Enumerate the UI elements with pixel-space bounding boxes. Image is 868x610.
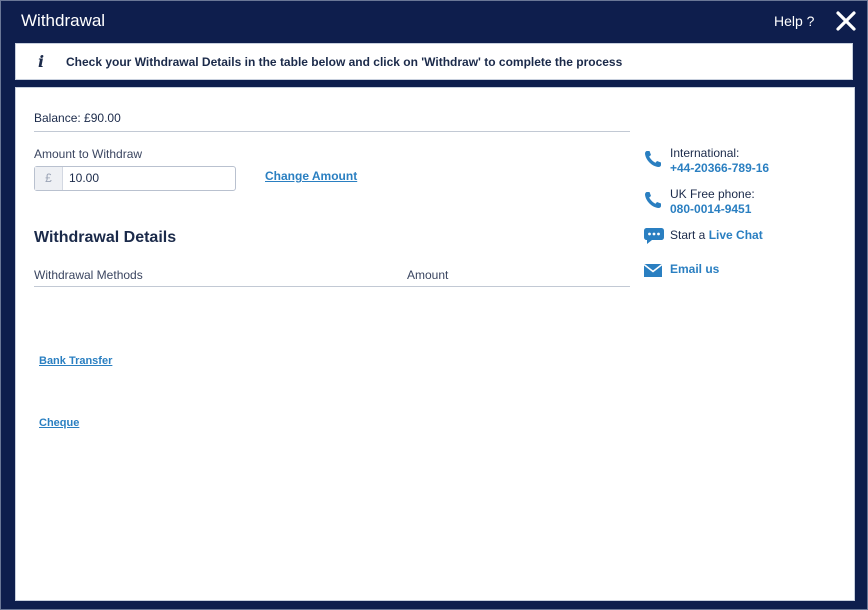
withdrawal-modal: Withdrawal Help ? i Check your Withdrawa… — [0, 0, 868, 610]
international-label: International: — [670, 146, 740, 160]
close-button[interactable] — [835, 10, 857, 32]
info-banner: i Check your Withdrawal Details in the t… — [15, 43, 853, 80]
uk-phone-label: UK Free phone: — [670, 187, 755, 201]
modal-header: Withdrawal Help ? — [1, 1, 867, 41]
table-header-divider — [34, 286, 630, 287]
divider — [34, 131, 630, 132]
phone-icon — [645, 151, 661, 167]
live-chat-prompt: Start a Live Chat — [670, 228, 763, 242]
balance-label: Balance: — [34, 111, 81, 125]
method-cheque-link[interactable]: Cheque — [39, 417, 79, 429]
column-header-amount: Amount — [407, 268, 449, 282]
currency-symbol: £ — [35, 167, 63, 190]
withdrawal-panel: Balance: £90.00 Amount to Withdraw £ 10.… — [15, 87, 855, 601]
live-chat-prefix: Start a — [670, 228, 706, 242]
amount-field[interactable]: £ 10.00 — [34, 166, 236, 191]
column-header-methods: Withdrawal Methods — [34, 268, 143, 282]
withdrawal-details-heading: Withdrawal Details — [34, 229, 177, 246]
amount-input[interactable]: 10.00 — [69, 167, 99, 190]
balance-value: £90.00 — [84, 111, 121, 125]
international-phone-link[interactable]: +44-20366-789-16 — [670, 161, 769, 175]
method-bank-transfer-link[interactable]: Bank Transfer — [39, 355, 112, 367]
amount-label: Amount to Withdraw — [34, 147, 143, 161]
info-message: Check your Withdrawal Details in the tab… — [66, 55, 623, 69]
envelope-icon — [643, 263, 663, 277]
info-icon: i — [38, 52, 45, 71]
live-chat-link[interactable]: Live Chat — [709, 228, 763, 242]
close-icon — [836, 11, 856, 31]
uk-phone-link[interactable]: 080-0014-9451 — [670, 202, 751, 216]
change-amount-link[interactable]: Change Amount — [265, 169, 357, 183]
help-link[interactable]: Help ? — [774, 13, 814, 29]
chat-bubble-icon — [644, 228, 664, 244]
balance-display: Balance: £90.00 — [34, 111, 121, 125]
modal-title: Withdrawal — [21, 11, 106, 30]
email-us-link[interactable]: Email us — [670, 262, 719, 276]
phone-icon — [645, 192, 661, 208]
